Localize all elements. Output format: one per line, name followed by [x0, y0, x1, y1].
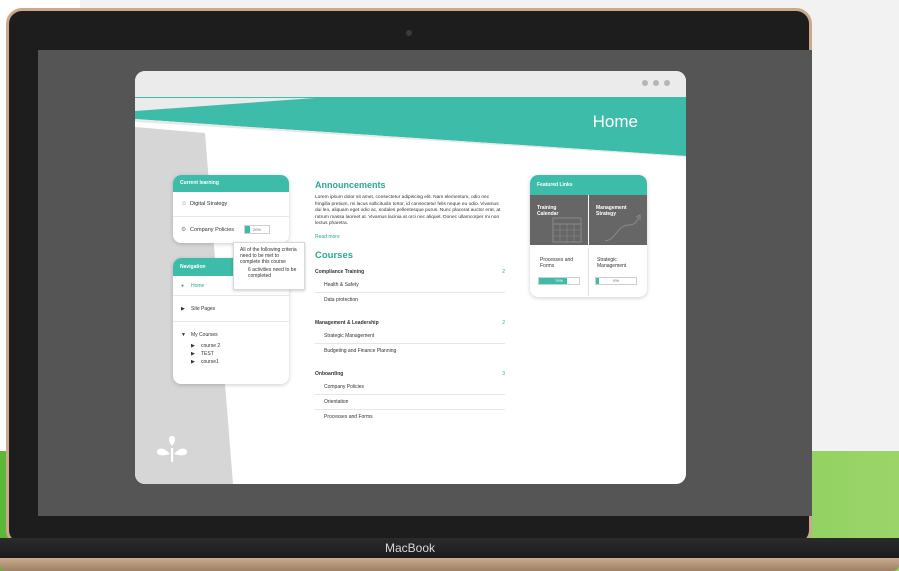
- nav-subitem-label: course 2: [201, 343, 221, 349]
- nav-item-site-pages[interactable]: ▶ Site Pages: [173, 296, 289, 322]
- progress-bar: 20%: [244, 225, 271, 234]
- policy-icon: ⚙: [181, 227, 187, 233]
- progress-label: 20%: [253, 227, 262, 232]
- course-item[interactable]: Health & Safety: [315, 278, 505, 293]
- course-item[interactable]: Processes and Forms: [315, 410, 505, 424]
- featured-item-label[interactable]: Strategic Management: [597, 257, 642, 269]
- tile-label: Training Calendar: [537, 205, 559, 217]
- course-group: Management & Leadership 2 Strategic Mana…: [315, 317, 505, 358]
- nav-subitem[interactable]: ▶ course 2: [173, 342, 289, 350]
- window-dot-icon[interactable]: [642, 80, 648, 86]
- window-dot-icon[interactable]: [664, 80, 670, 86]
- tooltip-criteria-text: All of the following criteria need to be…: [240, 247, 297, 265]
- announcements-title: Announcements: [315, 180, 386, 190]
- nav-item-my-courses[interactable]: ▼ My Courses: [173, 322, 289, 342]
- course-group-count: 3: [502, 370, 505, 377]
- tile-divider: [588, 248, 589, 296]
- nav-subitem-label: TEST: [201, 351, 214, 357]
- course-group: Onboarding 3 Company Policies Orientatio…: [315, 368, 505, 424]
- course-item[interactable]: Orientation: [315, 395, 505, 410]
- course-item[interactable]: Budgeting and Finance Planning: [315, 344, 505, 358]
- current-learning-header: Current learning: [173, 175, 289, 192]
- people-icon: ☺: [181, 201, 188, 207]
- featured-tile[interactable]: Management Strategy: [589, 195, 647, 245]
- course-group-name: Compliance Training: [315, 268, 365, 275]
- progress-bar: 70%: [538, 277, 580, 285]
- tooltip-activities-text: 6 activities need to be completed: [248, 267, 297, 279]
- progress-label: 70%: [554, 278, 563, 283]
- camera-icon: [406, 30, 412, 36]
- nav-subitem[interactable]: ▶ course1: [173, 358, 289, 366]
- course-item[interactable]: Company Policies: [315, 380, 505, 395]
- page-title: Home: [592, 112, 638, 131]
- learning-item-label: Digital Strategy: [190, 201, 228, 207]
- current-learning-card: Current learning ☺ Digital Strategy ⚙ Co…: [173, 175, 289, 243]
- course-group-header[interactable]: Compliance Training 2: [315, 266, 505, 278]
- bullet-icon: ●: [181, 282, 185, 289]
- nav-item-label: My Courses: [191, 332, 218, 338]
- course-group-header[interactable]: Management & Leadership 2: [315, 317, 505, 329]
- learning-item[interactable]: ⚙ Company Policies 20%: [173, 217, 289, 242]
- featured-item-label[interactable]: Processes and Forms: [540, 257, 580, 269]
- strategy-arrow-icon: [604, 214, 641, 242]
- chevron-right-icon: ▶: [191, 343, 195, 349]
- nav-subitem-label: course1: [201, 359, 219, 365]
- window-dot-icon[interactable]: [653, 80, 659, 86]
- announcement-body: Lorem ipsum dolor sit amet, consectetur …: [315, 195, 501, 227]
- course-group: Compliance Training 2 Health & Safety Da…: [315, 266, 505, 307]
- nav-subitem[interactable]: ▶ TEST: [173, 350, 289, 358]
- course-item[interactable]: Data protection: [315, 293, 505, 307]
- course-group-name: Onboarding: [315, 370, 344, 377]
- learning-item-label: Company Policies: [190, 226, 235, 233]
- main-content: Announcements Lorem ipsum dolor sit amet…: [315, 180, 505, 424]
- featured-tile[interactable]: Training Calendar: [530, 195, 588, 245]
- chevron-right-icon: ▶: [181, 305, 185, 312]
- read-more-link[interactable]: Read more: [315, 234, 505, 240]
- course-item[interactable]: Strategic Management: [315, 329, 505, 344]
- completion-tooltip: All of the following criteria need to be…: [233, 242, 305, 290]
- chevron-right-icon: ▶: [191, 359, 195, 365]
- course-group-count: 2: [502, 268, 505, 275]
- progress-bar: 0%: [595, 277, 637, 285]
- learning-item[interactable]: ☺ Digital Strategy: [173, 192, 289, 217]
- window-controls: [642, 80, 670, 86]
- course-group-count: 2: [502, 319, 505, 326]
- progress-label: 0%: [613, 278, 619, 283]
- calendar-icon: [552, 217, 582, 243]
- title-bar: [135, 71, 686, 97]
- chevron-down-icon: ▼: [181, 332, 186, 338]
- nav-item-label: Site Pages: [191, 305, 216, 312]
- courses-title: Courses: [315, 249, 354, 261]
- course-group-name: Management & Leadership: [315, 319, 379, 326]
- device-label: MacBook: [384, 541, 436, 555]
- sprout-icon: [157, 436, 187, 462]
- course-group-header[interactable]: Onboarding 3: [315, 368, 505, 380]
- nav-item-label: Home: [191, 282, 205, 289]
- featured-links-header: Featured Links: [530, 175, 647, 195]
- chevron-right-icon: ▶: [191, 351, 195, 357]
